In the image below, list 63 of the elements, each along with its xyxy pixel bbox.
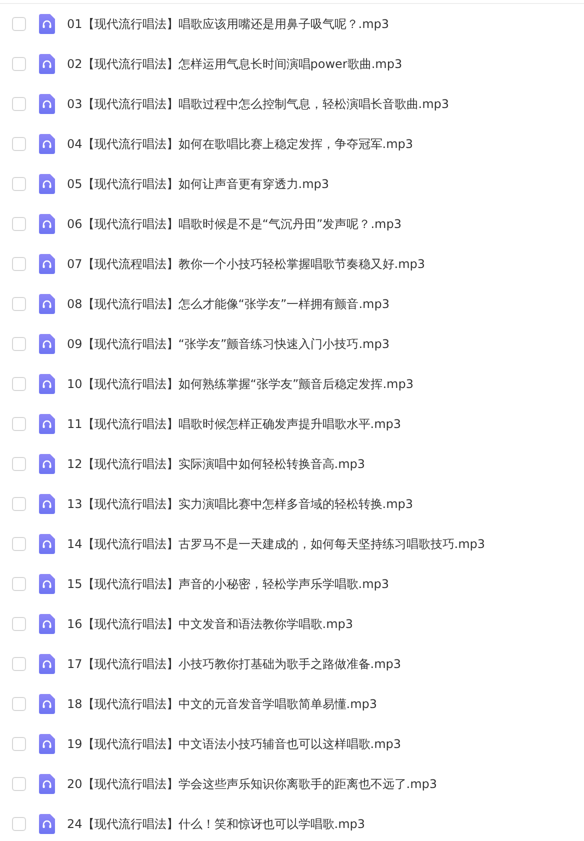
audio-file-icon — [39, 134, 55, 154]
checkbox[interactable] — [12, 697, 26, 711]
file-name[interactable]: 07【现代流程唱法】教你一个小技巧轻松掌握唱歌节奏稳又好.mp3 — [67, 256, 426, 272]
audio-file-icon — [39, 14, 55, 34]
file-name[interactable]: 11【现代流行唱法】唱歌时候怎样正确发声提升唱歌水平.mp3 — [67, 416, 402, 432]
file-name[interactable]: 04【现代流行唱法】如何在歌唱比赛上稳定发挥，争夺冠军.mp3 — [67, 136, 414, 152]
audio-file-icon — [39, 294, 55, 314]
file-name[interactable]: 10【现代流行唱法】如何熟练掌握“张学友”颤音后稳定发挥.mp3 — [67, 376, 414, 392]
file-name[interactable]: 24【现代流行唱法】什么！笑和惊讶也可以学唱歌.mp3 — [67, 816, 366, 832]
file-name[interactable]: 17【现代流行唱法】小技巧教你打基础为歌手之路做准备.mp3 — [67, 656, 402, 672]
checkbox[interactable] — [12, 817, 26, 831]
file-name[interactable]: 12【现代流行唱法】实际演唱中如何轻松转换音高.mp3 — [67, 456, 366, 472]
file-name[interactable]: 20【现代流行唱法】学会这些声乐知识你离歌手的距离也不远了.mp3 — [67, 776, 438, 792]
audio-file-icon — [39, 694, 55, 714]
audio-file-icon — [39, 254, 55, 274]
audio-file-icon — [39, 94, 55, 114]
audio-file-icon — [39, 534, 55, 554]
checkbox[interactable] — [12, 377, 26, 391]
audio-file-icon — [39, 774, 55, 794]
checkbox[interactable] — [12, 617, 26, 631]
checkbox[interactable] — [12, 657, 26, 671]
checkbox[interactable] — [12, 217, 26, 231]
file-name[interactable]: 05【现代流行唱法】如何让声音更有穿透力.mp3 — [67, 176, 330, 192]
audio-file-icon — [39, 414, 55, 434]
file-name[interactable]: 06【现代流行唱法】唱歌时候是不是“气沉丹田”发声呢？.mp3 — [67, 216, 402, 232]
file-name[interactable]: 15【现代流行唱法】声音的小秘密，轻松学声乐学唱歌.mp3 — [67, 576, 390, 592]
audio-file-icon — [39, 334, 55, 354]
audio-file-icon — [39, 54, 55, 74]
file-name[interactable]: 14【现代流行唱法】古罗马不是一天建成的，如何每天坚持练习唱歌技巧.mp3 — [67, 536, 486, 552]
audio-file-icon — [39, 614, 55, 634]
checkbox[interactable] — [12, 17, 26, 31]
audio-file-icon — [39, 454, 55, 474]
audio-file-icon — [39, 734, 55, 754]
file-name[interactable]: 02【现代流行唱法】怎样运用气息长时间演唱power歌曲.mp3 — [67, 56, 402, 72]
file-name[interactable]: 09【现代流行唱法】“张学友”颤音练习快速入门小技巧.mp3 — [67, 336, 390, 352]
audio-file-icon — [39, 374, 55, 394]
checkbox[interactable] — [12, 457, 26, 471]
checkbox[interactable] — [12, 537, 26, 551]
checkbox[interactable] — [12, 57, 26, 71]
checkbox[interactable] — [12, 737, 26, 751]
checkbox[interactable] — [12, 417, 26, 431]
checkbox[interactable] — [12, 297, 26, 311]
file-name[interactable]: 16【现代流行唱法】中文发音和语法教你学唱歌.mp3 — [67, 616, 354, 632]
file-name[interactable]: 08【现代流行唱法】怎么才能像“张学友”一样拥有颤音.mp3 — [67, 296, 390, 312]
audio-file-icon — [39, 174, 55, 194]
file-name[interactable]: 01【现代流行唱法】唱歌应该用嘴还是用鼻子吸气呢？.mp3 — [67, 16, 390, 32]
checkbox[interactable] — [12, 177, 26, 191]
audio-file-icon — [39, 494, 55, 514]
audio-file-icon — [39, 574, 55, 594]
audio-file-icon — [39, 214, 55, 234]
file-name[interactable]: 03【现代流行唱法】唱歌过程中怎么控制气息，轻松演唱长音歌曲.mp3 — [67, 96, 450, 112]
file-name[interactable]: 13【现代流行唱法】实力演唱比赛中怎样多音域的轻松转换.mp3 — [67, 496, 414, 512]
audio-file-icon — [39, 654, 55, 674]
checkbox[interactable] — [12, 137, 26, 151]
checkbox[interactable] — [12, 497, 26, 511]
checkbox[interactable] — [12, 257, 26, 271]
checkbox[interactable] — [12, 337, 26, 351]
file-name[interactable]: 19【现代流行唱法】中文语法小技巧辅音也可以这样唱歌.mp3 — [67, 736, 402, 752]
checkbox[interactable] — [12, 777, 26, 791]
audio-file-icon — [39, 814, 55, 834]
checkbox[interactable] — [12, 97, 26, 111]
checkbox[interactable] — [12, 577, 26, 591]
file-name[interactable]: 18【现代流行唱法】中文的元音发音学唱歌简单易懂.mp3 — [67, 696, 378, 712]
